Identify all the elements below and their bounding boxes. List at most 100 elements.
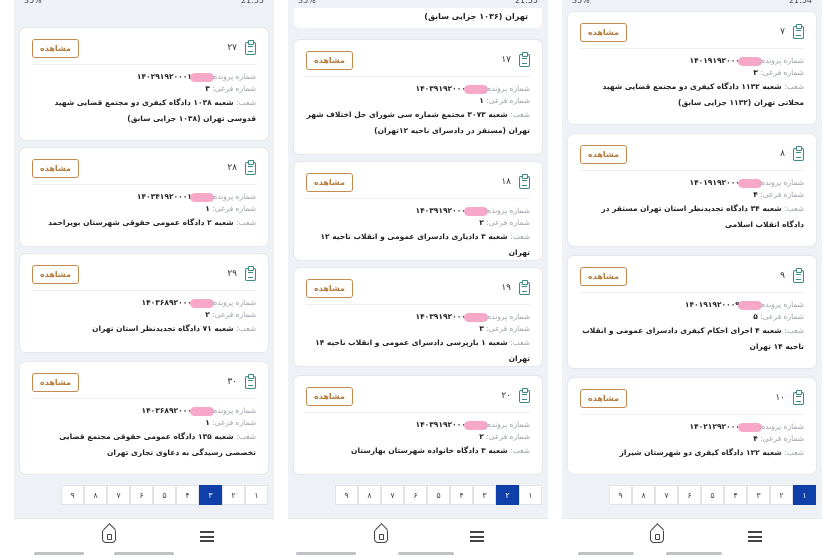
view-button[interactable]: مشاهده <box>306 278 353 298</box>
branch-value: شعبه ۱۰۳۸ دادگاه کیفری دو مجتمع قضایی شه… <box>54 98 257 123</box>
sub-number-label: شماره فرعی: <box>760 68 804 77</box>
case-card: ۲۸ مشاهده شماره پرونده: ۱۴۰۳۴۱۹۲۰۰۰۱۳ شم… <box>20 148 268 246</box>
menu-icon[interactable] <box>748 531 762 542</box>
page-button-8[interactable]: ۸ <box>358 485 381 505</box>
sub-number-value: ۲ <box>479 218 484 227</box>
sub-number-value: ۴ <box>753 434 758 443</box>
case-card: ۲۰ مشاهده شماره پرونده: ۱۴۰۳۹۱۹۲۰۰۰۸ شما… <box>294 376 542 474</box>
card-index: ۳۰ <box>227 377 237 387</box>
card-divider <box>32 64 256 65</box>
case-number-label: شماره پرونده: <box>484 84 530 93</box>
page-button-5[interactable]: ۵ <box>427 485 450 505</box>
page-button-2[interactable]: ۲ <box>770 485 793 505</box>
view-button[interactable]: مشاهده <box>32 38 79 58</box>
page-button-7[interactable]: ۷ <box>107 485 130 505</box>
view-button[interactable]: مشاهده <box>306 172 353 192</box>
page-button-4[interactable]: ۴ <box>450 485 473 505</box>
view-button[interactable]: مشاهده <box>306 386 353 406</box>
home-icon[interactable] <box>102 529 116 543</box>
view-button[interactable]: مشاهده <box>580 388 627 408</box>
sub-number-label: شماره فرعی: <box>486 324 530 333</box>
home-icon[interactable] <box>374 529 388 543</box>
page-button-3[interactable]: ۳ <box>473 485 496 505</box>
case-number-label: شماره پرونده: <box>484 420 530 429</box>
sub-number-label: شماره فرعی: <box>486 432 530 441</box>
page-button-9[interactable]: ۹ <box>609 485 632 505</box>
sub-number-label: شماره فرعی: <box>212 84 256 93</box>
status-time: 21:55 <box>514 0 538 5</box>
page-button-6[interactable]: ۶ <box>678 485 701 505</box>
page-button-9[interactable]: ۹ <box>335 485 358 505</box>
gesture-handle <box>578 552 634 555</box>
page-button-7[interactable]: ۷ <box>381 485 404 505</box>
case-number-label: شماره پرونده: <box>210 72 256 81</box>
page-button-4[interactable]: ۴ <box>176 485 199 505</box>
view-button[interactable]: مشاهده <box>32 372 79 392</box>
page-button-3-active[interactable]: ۳ <box>199 485 222 505</box>
screen-panel-3: 35% 21:54 ۷ مشاهده شماره پرونده: ۱۴۰۱۹۱۹… <box>562 0 822 558</box>
page-button-5[interactable]: ۵ <box>153 485 176 505</box>
view-button[interactable]: مشاهده <box>32 264 79 284</box>
menu-icon[interactable] <box>470 531 484 542</box>
page-button-1-active[interactable]: ۱ <box>793 485 816 505</box>
previous-card-tail: تهران (۱۰۳۶ جزایی سابق) <box>294 8 542 28</box>
page-button-1[interactable]: ۱ <box>245 485 268 505</box>
page-button-6[interactable]: ۶ <box>404 485 427 505</box>
gesture-handle <box>666 552 722 555</box>
branch-value: شعبه ۱۲۲ دادگاه کیفری دو شهرستان شیراز <box>619 448 782 457</box>
page-button-8[interactable]: ۸ <box>632 485 655 505</box>
card-divider <box>306 304 530 305</box>
branch-value: شعبه ۳ دادگاه خانواده شهرستان بهارستان <box>351 446 508 455</box>
status-battery: 35% <box>298 0 316 5</box>
view-button[interactable]: مشاهده <box>306 50 353 70</box>
page-button-3[interactable]: ۳ <box>747 485 770 505</box>
clipboard-icon <box>519 51 530 67</box>
view-button[interactable]: مشاهده <box>580 144 627 164</box>
case-number-label: شماره پرونده: <box>758 300 804 309</box>
status-time: 21:55 <box>240 0 264 5</box>
home-icon[interactable] <box>650 529 664 543</box>
branch-value: شعبه ۱ بازپرسی دادسرای عمومی و انقلاب نا… <box>315 338 530 363</box>
case-number-value: ۱۴۰۳۴۱۹۲۰۰۰۱۳ <box>136 192 197 201</box>
view-button[interactable]: مشاهده <box>580 266 627 286</box>
page-button-9[interactable]: ۹ <box>61 485 84 505</box>
pagination: ۱ ۲ ۳ ۴ ۵ ۶ ۷ ۸ ۹ <box>562 484 822 506</box>
sub-number-label: شماره فرعی: <box>760 312 804 321</box>
case-number-value: ۱۴۰۳۶۸۹۲۰۰۰۲ <box>141 298 197 307</box>
sub-number-value: ۱ <box>205 418 210 427</box>
branch-value: شعبه ۷۱ دادگاه تجدیدنظر استان تهران <box>92 324 234 333</box>
card-divider <box>306 412 530 413</box>
bottom-navigation <box>14 518 274 558</box>
view-button[interactable]: مشاهده <box>32 158 79 178</box>
page-button-2-active[interactable]: ۲ <box>496 485 519 505</box>
pagination: ۱ ۲ ۳ ۴ ۵ ۶ ۷ ۸ ۹ <box>288 484 548 506</box>
view-button[interactable]: مشاهده <box>580 22 627 42</box>
card-index: ۷ <box>780 27 785 37</box>
case-card: ۱۰ مشاهده شماره پرونده: ۱۴۰۲۱۲۹۲۰۰۰۳ شما… <box>568 378 816 474</box>
page-button-8[interactable]: ۸ <box>84 485 107 505</box>
sub-number-label: شماره فرعی: <box>486 218 530 227</box>
case-number-value: ۱۴۰۱۹۱۹۲۰۰۰۹ <box>689 178 745 187</box>
card-divider <box>32 290 256 291</box>
branch-value: شعبه ۳۴ دادگاه تجدیدنظر استان تهران مستق… <box>601 204 804 229</box>
case-card: ۷ مشاهده شماره پرونده: ۱۴۰۱۹۱۹۲۰۰۰۹ شمار… <box>568 12 816 124</box>
card-index: ۸ <box>780 149 785 159</box>
card-divider <box>580 414 804 415</box>
case-number-label: شماره پرونده: <box>758 422 804 431</box>
gesture-handle <box>296 552 356 555</box>
card-index: ۱۹ <box>501 283 511 293</box>
sub-number-label: شماره فرعی: <box>760 434 804 443</box>
case-card: ۲۹ مشاهده شماره پرونده: ۱۴۰۳۶۸۹۲۰۰۰۲ شما… <box>20 254 268 352</box>
page-button-1[interactable]: ۱ <box>519 485 542 505</box>
page-button-6[interactable]: ۶ <box>130 485 153 505</box>
case-card: ۹ مشاهده شماره پرونده: ۱۴۰۱۹۱۹۲۰۰۰۹۸ شما… <box>568 256 816 368</box>
sub-number-value: ۲ <box>205 310 210 319</box>
page-button-5[interactable]: ۵ <box>701 485 724 505</box>
case-number-value: ۱۴۰۱۹۱۹۲۰۰۰۹۸ <box>684 300 745 309</box>
page-button-4[interactable]: ۴ <box>724 485 747 505</box>
page-button-7[interactable]: ۷ <box>655 485 678 505</box>
sub-number-label: شماره فرعی: <box>212 310 256 319</box>
page-button-2[interactable]: ۲ <box>222 485 245 505</box>
menu-icon[interactable] <box>200 531 214 542</box>
gesture-handle <box>34 552 84 555</box>
